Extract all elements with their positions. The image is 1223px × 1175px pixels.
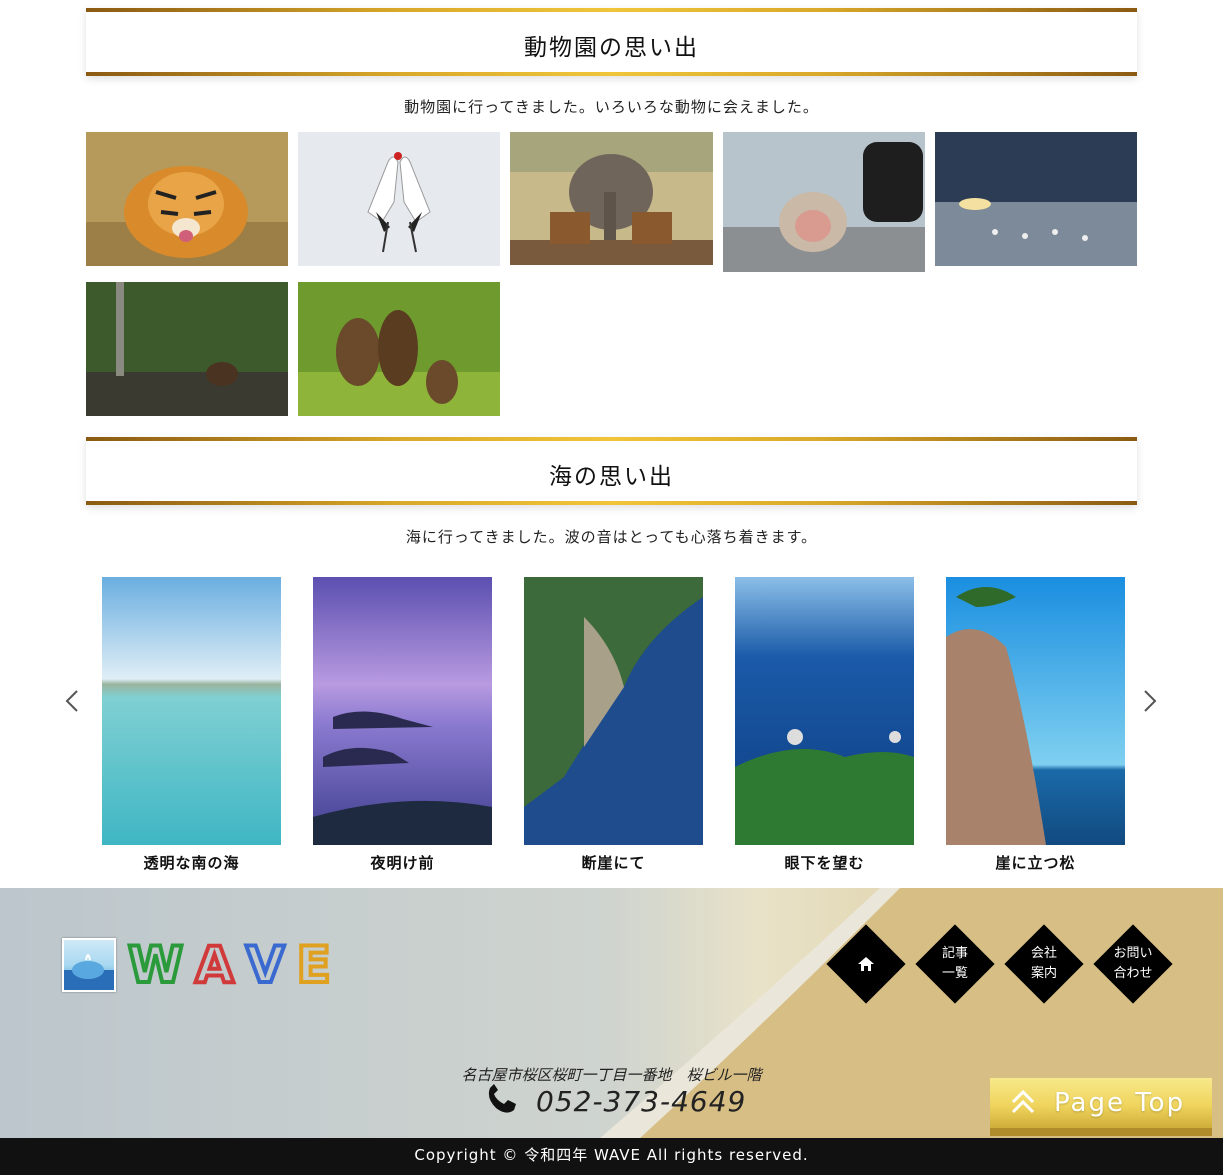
page-top-button[interactable]: Page Top — [990, 1078, 1212, 1136]
sea-section-header: 海の思い出 — [86, 437, 1137, 505]
photo-bear-in-water[interactable] — [86, 282, 288, 416]
sea-section-title: 海の思い出 — [549, 464, 674, 490]
slide-item[interactable]: 眼下を望む — [735, 577, 914, 873]
logo-letter: V — [244, 934, 287, 996]
nav-label: 記事 一覧 — [941, 946, 968, 981]
nav-label: 会社 案内 — [1030, 946, 1057, 981]
photo-tiger[interactable] — [86, 132, 288, 266]
slide-image-dawn — [313, 577, 492, 845]
footer: W A V E 記事 一覧 会社 案内 お問い 合わせ 名古屋市桜区桜町一丁目一… — [0, 888, 1223, 1138]
whale-logo-icon — [62, 938, 116, 992]
nav-home[interactable] — [826, 924, 906, 1004]
slide-image-pine-cliff — [946, 577, 1125, 845]
chevron-right-icon — [1143, 689, 1157, 720]
slide-image-cliff — [524, 577, 703, 845]
footer-logo[interactable]: W A V E — [62, 934, 333, 996]
slider-prev-button[interactable] — [60, 689, 84, 720]
nav-articles[interactable]: 記事 一覧 — [915, 924, 995, 1004]
slide-item[interactable]: 崖に立つ松 — [946, 577, 1125, 873]
slide-image-overlook — [735, 577, 914, 845]
page-top-label: Page Top — [1054, 1088, 1186, 1118]
nav-contact[interactable]: お問い 合わせ — [1093, 924, 1173, 1004]
slide-caption: 崖に立つ松 — [995, 854, 1076, 872]
nav-label: お問い 合わせ — [1113, 946, 1153, 981]
slide-image-clear-sea — [102, 577, 281, 845]
logo-letter: A — [193, 934, 236, 996]
logo-wordmark: W A V E — [126, 934, 333, 996]
slide-item[interactable]: 断崖にて — [524, 577, 703, 873]
photo-elephant[interactable] — [510, 132, 713, 265]
photo-bears[interactable] — [298, 282, 500, 416]
slide-item[interactable]: 透明な南の海 — [102, 577, 281, 873]
slide-caption: 断崖にて — [581, 854, 646, 872]
photo-swans[interactable] — [935, 132, 1137, 266]
phone-number: 052-373-4649 — [536, 1084, 747, 1118]
copyright-bar: Copyright © 令和四年 WAVE All rights reserve… — [0, 1138, 1223, 1175]
slide-item[interactable]: 夜明け前 — [313, 577, 492, 873]
footer-nav: 記事 一覧 会社 案内 お問い 合わせ — [826, 924, 1173, 1004]
home-icon — [830, 928, 902, 1000]
zoo-section-description: 動物園に行ってきました。いろいろな動物に会えました。 — [404, 98, 819, 116]
slide-caption: 眼下を望む — [784, 854, 865, 872]
zoo-section-title: 動物園の思い出 — [524, 35, 699, 61]
logo-letter: W — [126, 934, 186, 996]
zoo-section-header: 動物園の思い出 — [86, 8, 1137, 76]
photo-monkey[interactable] — [723, 132, 925, 272]
photo-cranes[interactable] — [298, 132, 500, 266]
logo-letter: E — [295, 934, 333, 996]
slide-caption: 透明な南の海 — [143, 854, 240, 872]
slide-caption: 夜明け前 — [370, 854, 435, 872]
chevron-left-icon — [65, 689, 79, 720]
slider-next-button[interactable] — [1138, 689, 1162, 720]
sea-section-description: 海に行ってきました。波の音はとっても心落ち着きます。 — [405, 528, 818, 546]
phone-block[interactable]: 052-373-4649 — [486, 1084, 746, 1118]
phone-icon — [486, 1084, 518, 1118]
nav-company[interactable]: 会社 案内 — [1004, 924, 1084, 1004]
double-chevron-up-icon — [1010, 1088, 1036, 1118]
